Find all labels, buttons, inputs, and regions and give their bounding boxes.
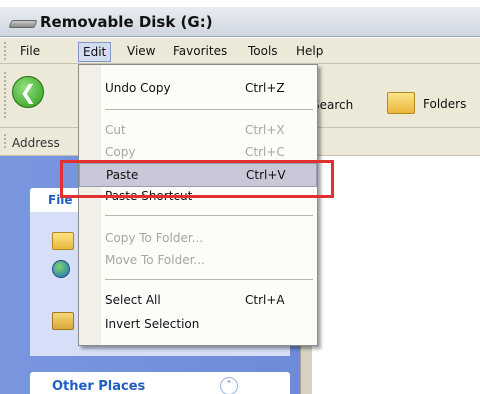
menubar-grip[interactable] (4, 42, 6, 60)
address-label: Address (12, 136, 60, 150)
edit-menu-dropdown: Undo Copy Ctrl+Z Cut Ctrl+X Copy Ctrl+C … (78, 64, 318, 346)
folders-label: Folders (423, 97, 467, 111)
menu-item-select-all[interactable]: Select All Ctrl+A (79, 289, 317, 313)
menu-view[interactable]: View (123, 42, 159, 62)
addressbar-grip[interactable] (4, 134, 6, 150)
menu-item-label: Cut (105, 123, 126, 137)
menu-item-label: Undo Copy (105, 81, 171, 95)
menu-edit[interactable]: Edit (78, 42, 112, 62)
menu-item-label: Move To Folder... (105, 253, 205, 267)
menu-separator (105, 215, 313, 216)
menu-bar: File Edit View Favorites Tools Help (0, 38, 480, 64)
menu-item-undo-copy[interactable]: Undo Copy Ctrl+Z (79, 77, 317, 101)
menu-item-invert-selection[interactable]: Invert Selection (79, 313, 317, 337)
top-strip (0, 0, 480, 7)
menu-favorites[interactable]: Favorites (169, 42, 231, 62)
menu-item-shortcut: Ctrl+X (245, 123, 285, 137)
toolbar-grip[interactable] (4, 72, 6, 120)
menu-item-label: Copy To Folder... (105, 231, 204, 245)
window-title: Removable Disk (G:) (40, 13, 213, 31)
menu-item-label: Select All (105, 293, 161, 307)
menu-item-move-to-folder: Move To Folder... (79, 249, 317, 273)
folders-icon (387, 92, 415, 114)
menu-separator (105, 279, 313, 280)
menu-separator (105, 109, 313, 110)
menu-item-shortcut: Ctrl+A (245, 293, 285, 307)
menu-file[interactable]: File (16, 42, 44, 62)
other-places-heading: Other Places (52, 379, 146, 394)
web-publish-icon[interactable] (52, 260, 70, 278)
other-places-panel[interactable]: Other Places ˆ (30, 372, 290, 394)
menu-item-cut: Cut Ctrl+X (79, 119, 317, 143)
collapse-chevron-icon[interactable]: ˆ (220, 377, 238, 394)
removable-disk-icon (8, 20, 38, 28)
share-folder-icon[interactable] (52, 312, 74, 330)
title-bar: Removable Disk (G:) (0, 7, 480, 37)
menu-item-shortcut: Ctrl+Z (245, 81, 285, 95)
menu-item-label: Copy (105, 145, 136, 159)
back-arrow-icon[interactable]: ❮ (12, 76, 44, 108)
menu-help[interactable]: Help (292, 42, 327, 62)
file-list-area[interactable] (312, 156, 480, 394)
paste-highlight-annotation (60, 160, 334, 198)
new-folder-icon[interactable] (52, 232, 74, 250)
menu-tools[interactable]: Tools (244, 42, 282, 62)
menu-item-label: Invert Selection (105, 317, 200, 331)
menu-item-shortcut: Ctrl+C (245, 145, 285, 159)
menu-item-copy-to-folder: Copy To Folder... (79, 227, 317, 251)
search-button-label[interactable]: Search (312, 98, 353, 112)
